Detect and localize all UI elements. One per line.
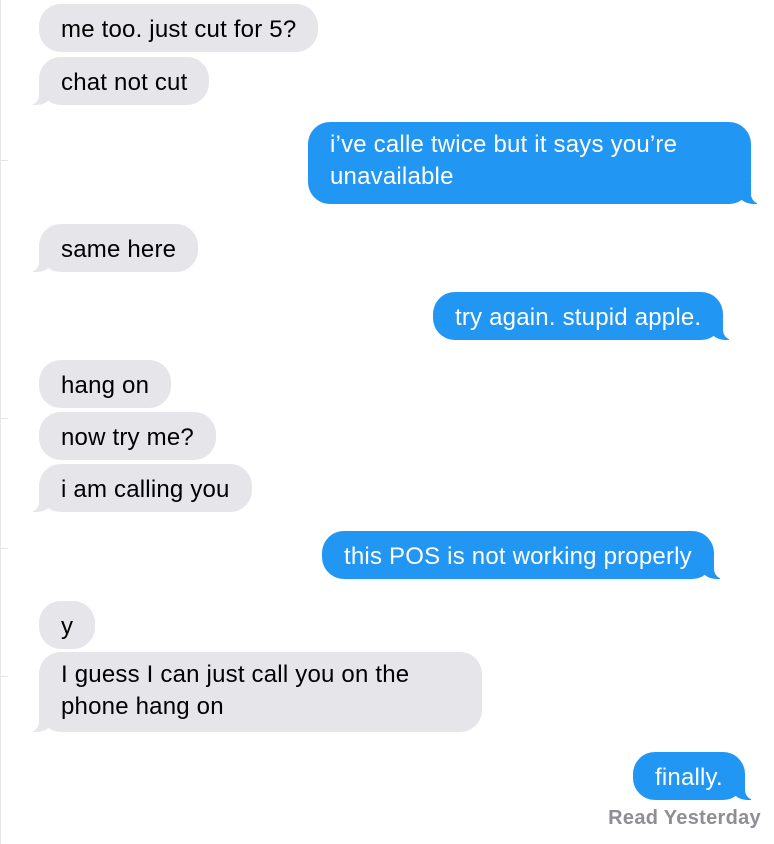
received-message[interactable]: y	[39, 601, 96, 649]
received-message[interactable]: I guess I can just call you on the phone…	[26, 652, 482, 732]
received-message[interactable]: same here	[25, 224, 199, 272]
sent-message[interactable]: try again. stupid apple.	[433, 292, 737, 340]
divider-tick	[0, 676, 8, 677]
received-message[interactable]: chat not cut	[25, 57, 210, 105]
message-thread: me too. just cut for 5? chat not cut i’v…	[0, 0, 774, 844]
divider-tick	[0, 418, 8, 419]
divider-tick	[0, 548, 8, 549]
pane-divider	[0, 0, 1, 844]
received-message[interactable]: hang on	[39, 360, 172, 408]
received-message[interactable]: me too. just cut for 5?	[39, 4, 319, 52]
read-receipt: Read Yesterday	[608, 807, 761, 829]
received-message[interactable]: i am calling you	[26, 464, 252, 512]
sent-message[interactable]: i’ve calle twice but it says you’re unav…	[308, 122, 764, 204]
sent-message[interactable]: this POS is not working properly	[322, 531, 727, 579]
sent-message[interactable]: finally.	[633, 752, 758, 800]
received-message[interactable]: now try me?	[39, 412, 216, 460]
divider-tick	[0, 160, 8, 161]
